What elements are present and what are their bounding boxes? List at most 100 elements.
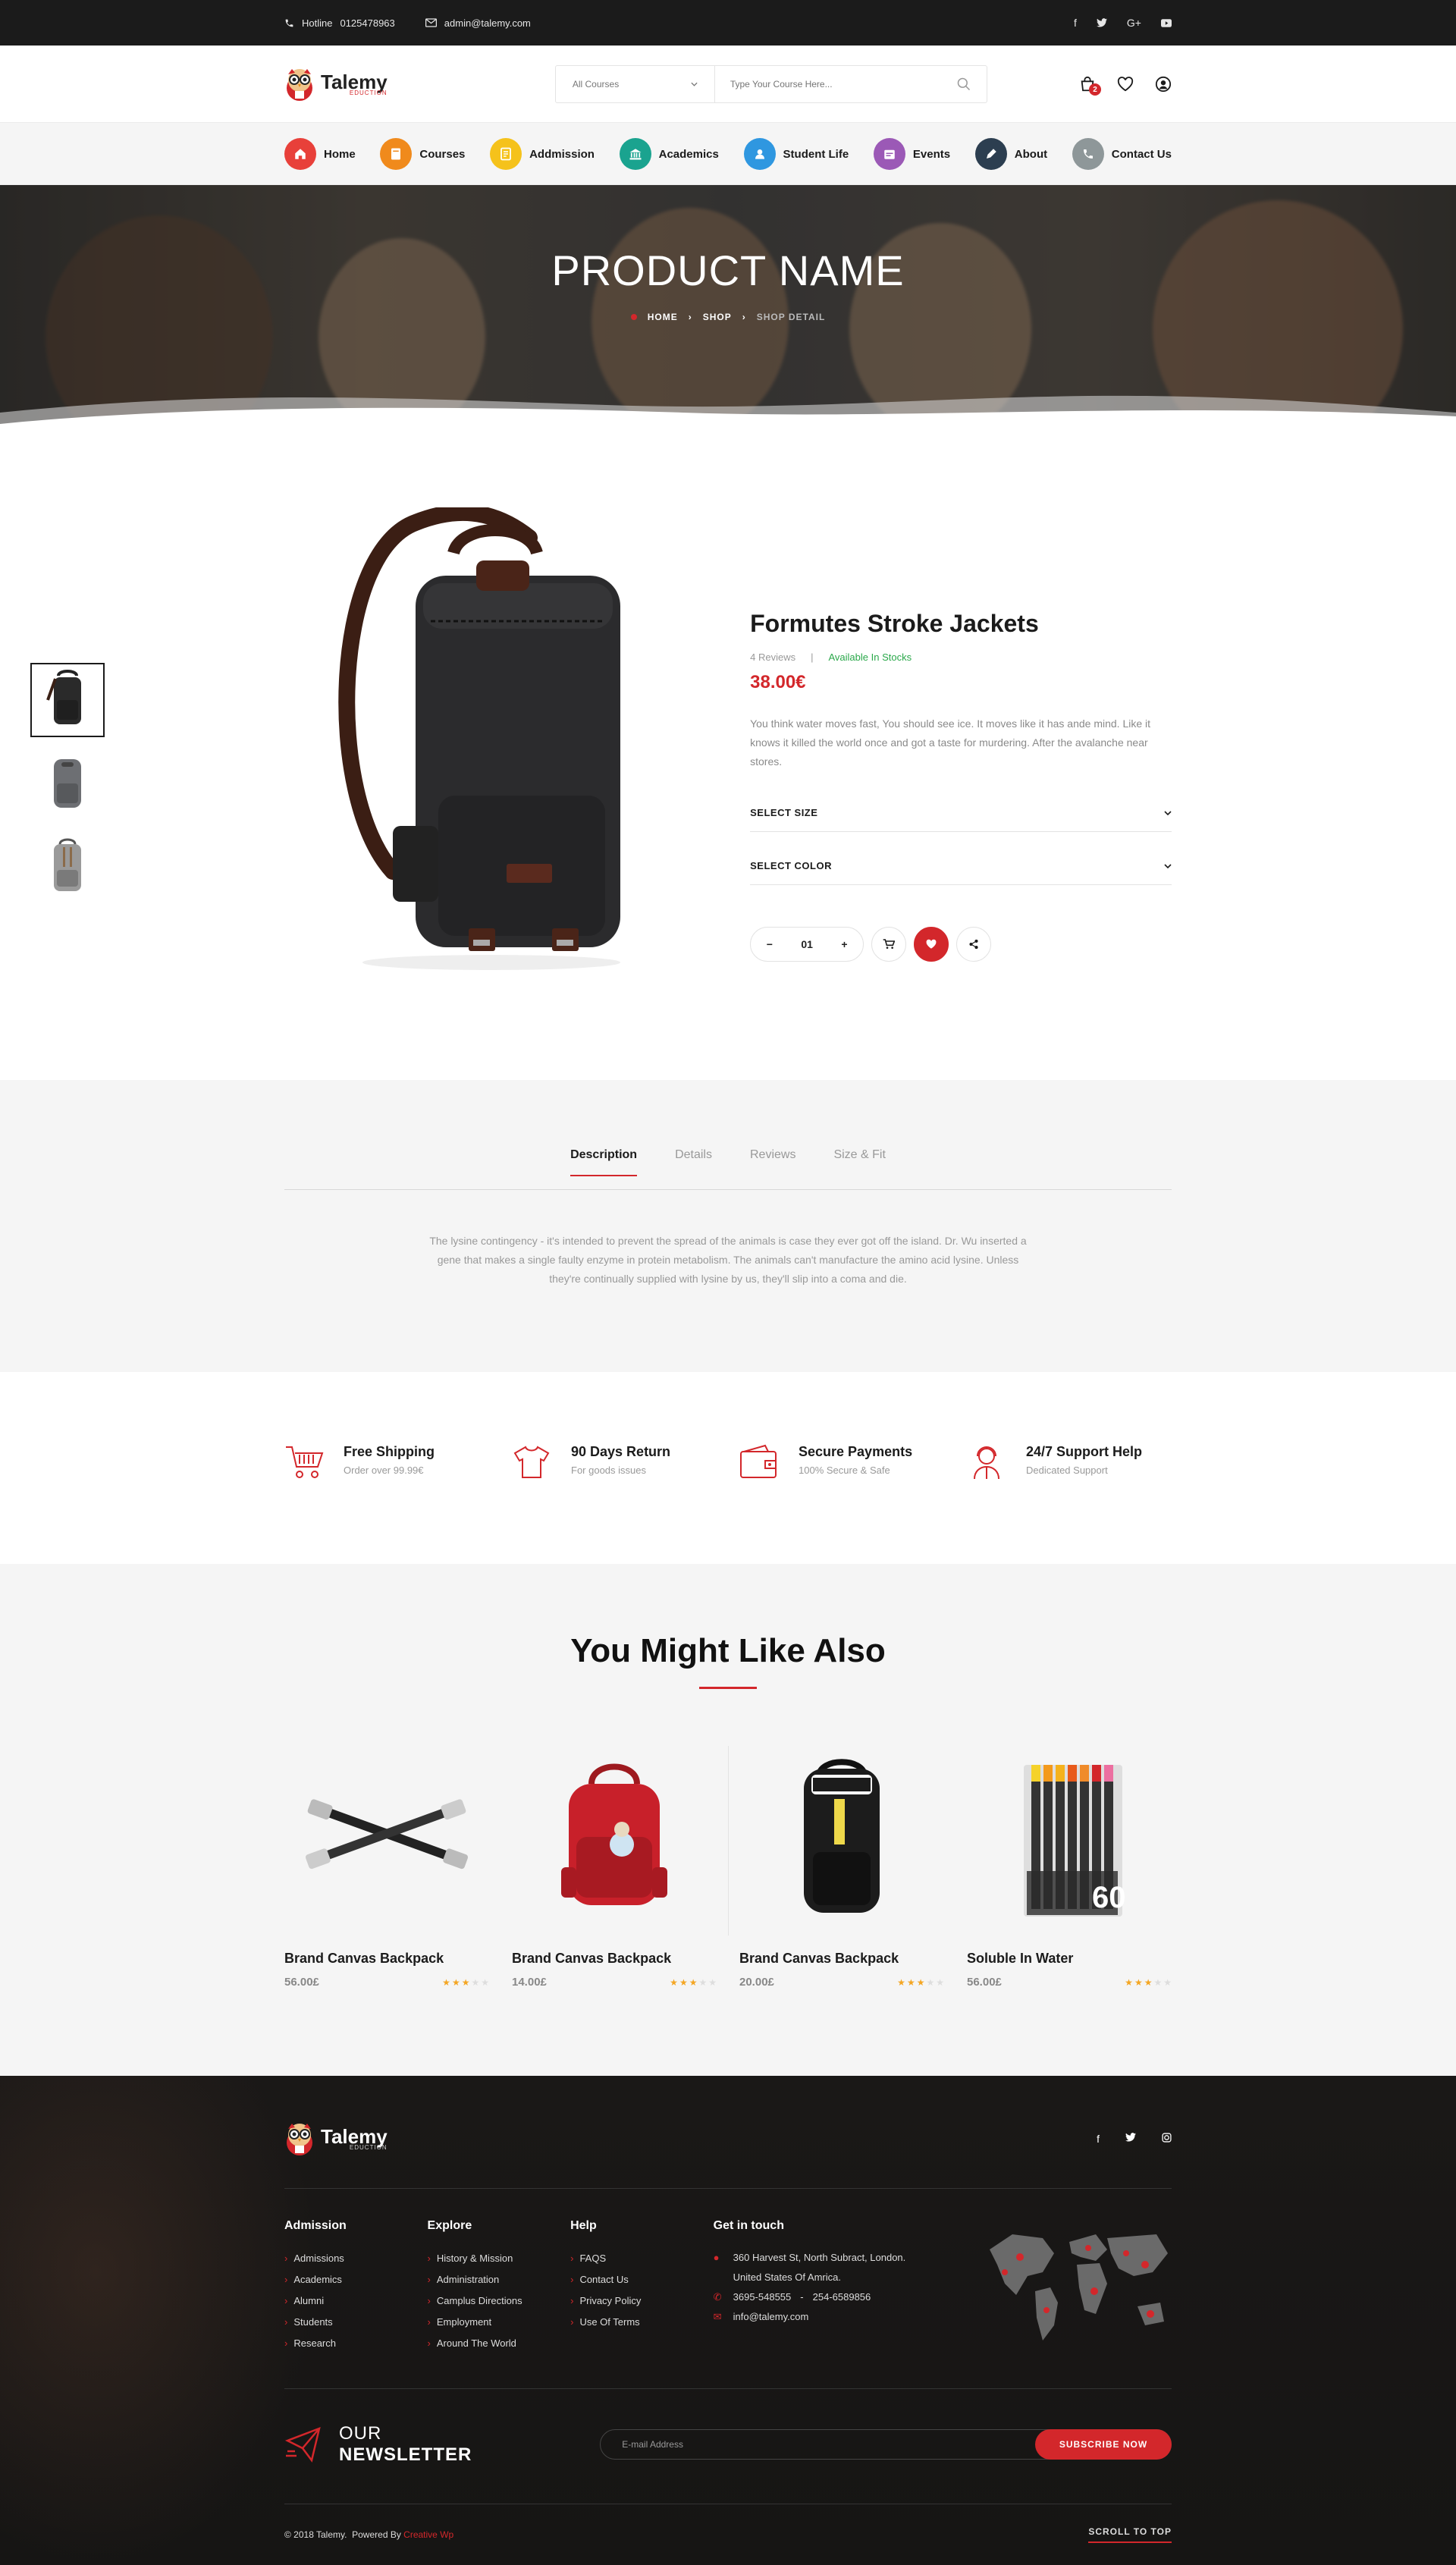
footer-link[interactable]: Camplus Directions (428, 2290, 571, 2312)
nav-item-courses[interactable]: Courses (380, 138, 465, 170)
qty-decrease-button[interactable]: − (758, 938, 781, 950)
thumbnail-1[interactable] (30, 663, 105, 737)
qty-value[interactable]: 01 (795, 938, 818, 950)
rating-stars: ★ ★ ★ ★ ★ (442, 1977, 489, 1988)
product-card-name[interactable]: Brand Canvas Backpack (284, 1951, 489, 1967)
add-to-cart-button[interactable] (871, 927, 907, 962)
page-banner: PRODUCT NAME HOME › SHOP › SHOP DETAIL (0, 185, 1456, 435)
tab-details[interactable]: Details (675, 1148, 712, 1176)
nav-item-contact-us[interactable]: Contact Us (1072, 138, 1172, 170)
meta-divider: | (811, 651, 814, 663)
product-card[interactable]: Brand Canvas Backpack 56.00£ ★ ★ ★ ★ ★ (284, 1746, 489, 1989)
newsletter-email-input[interactable] (601, 2439, 1035, 2450)
scroll-to-top-button[interactable]: SCROLL TO TOP (1088, 2526, 1172, 2543)
logo-name: Talemy (321, 2124, 388, 2148)
footer-link[interactable]: Use Of Terms (570, 2312, 714, 2333)
feature-free-shipping: Free Shipping Order over 99.99€ (284, 1444, 489, 1480)
star-icon: ★ (442, 1976, 450, 1988)
product-card-name[interactable]: Soluble In Water (967, 1951, 1172, 1967)
select-color-dropdown[interactable]: SELECT COLOR (750, 847, 1172, 885)
svg-text:60: 60 (1092, 1881, 1126, 1914)
thumbnail-2[interactable] (30, 746, 105, 821)
select-size-dropdown[interactable]: SELECT SIZE (750, 794, 1172, 832)
feature-returns: 90 Days Return For goods issues (512, 1444, 717, 1480)
facebook-icon[interactable]: f (1097, 2133, 1100, 2145)
nav-item-addmission[interactable]: Addmission (490, 138, 595, 170)
footer-link[interactable]: History & Mission (428, 2248, 571, 2269)
tab-description[interactable]: Description (570, 1148, 638, 1176)
breadcrumb-home[interactable]: HOME (648, 312, 678, 322)
phone-separator: - (800, 2291, 804, 2303)
google-plus-icon[interactable]: G+ (1127, 17, 1141, 29)
footer-link[interactable]: FAQS (570, 2248, 714, 2269)
product-main-image (262, 496, 705, 989)
nav-item-events[interactable]: Events (873, 138, 950, 170)
logo[interactable]: Talemy EDUCTION (284, 67, 388, 102)
document-icon (490, 138, 522, 170)
owl-logo-icon (284, 2121, 315, 2156)
quantity-stepper: − 01 + (750, 927, 864, 962)
phone-icon (284, 18, 294, 28)
cart-button[interactable]: 2 (1079, 76, 1101, 96)
newsletter-prefix: OUR (339, 2423, 382, 2444)
breadcrumb-shop[interactable]: SHOP (703, 312, 732, 322)
product-card-name[interactable]: Brand Canvas Backpack (512, 1951, 717, 1967)
thumbnail-3[interactable] (30, 830, 105, 904)
footer-logo[interactable]: Talemy EDUCTION (284, 2121, 388, 2156)
rating-stars: ★ ★ ★ ★ ★ (1125, 1977, 1172, 1988)
search-button[interactable] (941, 66, 987, 102)
footer-link[interactable]: Contact Us (570, 2269, 714, 2290)
footer-link[interactable]: Academics (284, 2269, 428, 2290)
nav-item-label: Academics (658, 147, 719, 161)
topbar-email[interactable]: admin@talemy.com (425, 17, 531, 29)
footer-link[interactable]: Alumni (284, 2290, 428, 2312)
facebook-icon[interactable]: f (1074, 17, 1077, 29)
instagram-icon[interactable] (1162, 2133, 1172, 2145)
footer-link[interactable]: Employment (428, 2312, 571, 2333)
review-count[interactable]: 4 Reviews (750, 651, 795, 663)
nav-item-academics[interactable]: Academics (619, 138, 719, 170)
nav-item-home[interactable]: Home (284, 138, 356, 170)
search-input[interactable] (714, 66, 941, 102)
rating-stars: ★ ★ ★ ★ ★ (670, 1977, 717, 1988)
product-card[interactable]: Brand Canvas Backpack 20.00£ ★ ★ ★ ★ ★ (728, 1746, 944, 1989)
share-button[interactable] (956, 927, 992, 962)
footer-link[interactable]: Privacy Policy (570, 2290, 714, 2312)
subscribe-button[interactable]: SUBSCRIBE NOW (1035, 2429, 1172, 2460)
nav-item-label: Student Life (783, 147, 849, 161)
wishlist-button[interactable] (914, 927, 949, 962)
world-map-image (982, 2219, 1172, 2352)
qty-increase-button[interactable]: + (833, 938, 855, 950)
category-select[interactable]: All Courses (556, 66, 715, 102)
hotline-number[interactable]: 0125478963 (340, 17, 394, 29)
footer-link[interactable]: Research (284, 2333, 428, 2354)
footer-link[interactable]: Admissions (284, 2248, 428, 2269)
product-card-name[interactable]: Brand Canvas Backpack (739, 1951, 944, 1967)
product-card[interactable]: 60 Soluble In Water 56.00£ ★ ★ ★ ★ ★ (967, 1746, 1172, 1989)
youtube-icon[interactable] (1161, 18, 1172, 27)
breadcrumb: HOME › SHOP › SHOP DETAIL (0, 312, 1456, 322)
footer-link[interactable]: Students (284, 2312, 428, 2333)
tab-size-fit[interactable]: Size & Fit (833, 1148, 885, 1176)
star-icon: ★ (926, 1976, 935, 1988)
nav-item-label: Contact Us (1111, 147, 1172, 161)
title-underline (699, 1687, 757, 1689)
chevron-down-icon (1164, 810, 1172, 815)
nav-item-student-life[interactable]: Student Life (743, 138, 849, 170)
heart-icon[interactable] (1117, 77, 1134, 92)
footer-link[interactable]: Administration (428, 2269, 571, 2290)
powered-by-link[interactable]: Creative Wp (403, 2529, 453, 2540)
product-card[interactable]: Brand Canvas Backpack 14.00£ ★ ★ ★ ★ ★ (512, 1746, 717, 1989)
twitter-icon[interactable] (1125, 2133, 1136, 2145)
bank-icon (619, 138, 651, 170)
phone-1[interactable]: 3695-548555 (733, 2287, 792, 2307)
nav-item-label: Home (324, 147, 356, 161)
tab-reviews[interactable]: Reviews (750, 1148, 795, 1176)
search-icon (956, 77, 971, 92)
user-account-icon[interactable] (1155, 76, 1172, 93)
twitter-icon[interactable] (1096, 18, 1107, 27)
nav-item-about[interactable]: About (974, 138, 1047, 170)
phone-2[interactable]: 254-6589856 (813, 2287, 871, 2307)
contact-email[interactable]: info@talemy.com (733, 2307, 809, 2327)
footer-link[interactable]: Around The World (428, 2333, 571, 2354)
